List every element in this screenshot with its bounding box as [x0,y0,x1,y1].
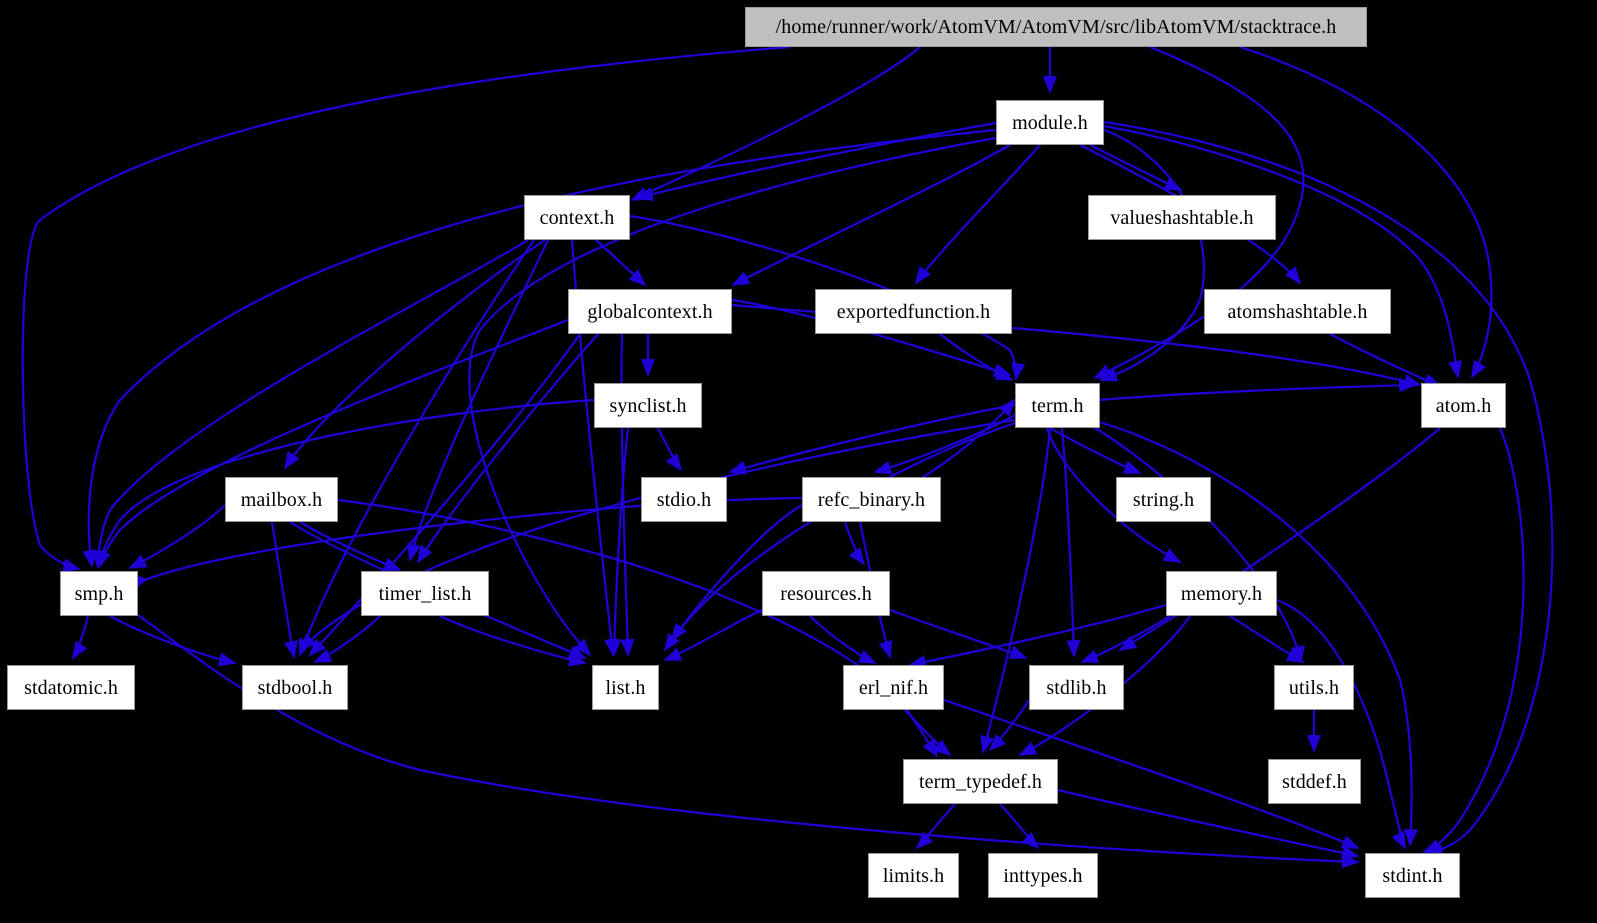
graph-node-label: string.h [1132,488,1195,511]
graph-node-utils[interactable]: utils.h [1274,665,1354,710]
graph-node-stdio[interactable]: stdio.h [641,477,727,522]
graph-edge [630,46,921,202]
graph-edge [663,609,763,662]
graph-node-label: list.h [605,676,646,699]
graph-node-synclist[interactable]: synclist.h [594,383,702,428]
graph-node-term[interactable]: term.h [1015,383,1100,428]
graph-node-smp[interactable]: smp.h [60,571,138,616]
graph-edge [889,608,1028,660]
graph-edge [1229,615,1305,663]
graph-edge [908,603,1167,669]
graph-node-label: stddef.h [1282,770,1347,793]
graph-node-globalcontext[interactable]: globalcontext.h [568,289,732,334]
graph-edge [72,615,90,660]
dependency-graph: /home/runner/work/AtomVM/AtomVM/src/libA… [0,0,1597,923]
graph-node-label: valueshashtable.h [1110,206,1254,229]
graph-edge [915,803,956,850]
graph-node-stacktrace[interactable]: /home/runner/work/AtomVM/AtomVM/src/libA… [745,7,1367,47]
graph-node-label: resources.h [780,582,872,605]
graph-node-label: module.h [1012,111,1088,134]
graph-node-exportedfunction[interactable]: exportedfunction.h [815,289,1012,334]
graph-node-label: refc_binary.h [817,488,926,511]
graph-node-label: stdbool.h [257,676,333,699]
graph-node-stdint[interactable]: stdint.h [1365,853,1460,898]
graph-node-label: globalcontext.h [587,300,713,323]
graph-node-label: limits.h [882,864,945,887]
graph-node-refc_binary[interactable]: refc_binary.h [802,477,941,522]
graph-edge [1089,424,1305,664]
graph-edge [914,144,1041,285]
graph-node-label: atom.h [1435,394,1492,417]
graph-node-label: utils.h [1288,676,1340,699]
graph-edge [904,709,952,757]
graph-node-label: synclist.h [609,394,687,417]
graph-node-stdatomic[interactable]: stdatomic.h [7,665,135,710]
graph-node-stddef[interactable]: stddef.h [1268,759,1361,804]
graph-node-atomshashtable[interactable]: atomshashtable.h [1204,289,1391,334]
graph-node-stdbool[interactable]: stdbool.h [242,665,348,710]
graph-node-inttypes[interactable]: inttypes.h [988,853,1098,898]
graph-node-label: mailbox.h [240,488,323,511]
graph-node-term_typedef[interactable]: term_typedef.h [903,759,1058,804]
graph-node-valueshashtable[interactable]: valueshashtable.h [1088,195,1276,240]
graph-edge [270,521,299,659]
graph-edge [1099,378,1417,402]
graph-node-atom[interactable]: atom.h [1421,383,1506,428]
graph-edge [1329,333,1442,388]
graph-edge [128,504,226,569]
graph-node-erl_nif[interactable]: erl_nif.h [843,665,944,710]
graph-node-label: term.h [1031,394,1084,417]
graph-node-list[interactable]: list.h [592,665,659,710]
graph-node-limits[interactable]: limits.h [868,853,959,898]
graph-node-label: stdatomic.h [24,676,118,699]
graph-node-label: exportedfunction.h [836,300,991,323]
graph-node-label: erl_nif.h [858,676,929,699]
graph-edge [635,121,997,201]
graph-edge [1089,144,1183,191]
graph-node-mailbox[interactable]: mailbox.h [225,477,338,522]
graph-node-label: stdio.h [656,488,712,511]
graph-node-label: inttypes.h [1003,864,1083,887]
graph-node-label: smp.h [74,582,124,605]
graph-node-memory[interactable]: memory.h [1166,571,1277,616]
graph-edge [1422,427,1525,854]
graph-node-stdlib[interactable]: stdlib.h [1029,665,1124,710]
graph-edge [595,239,647,287]
graph-node-string[interactable]: string.h [1116,477,1211,522]
graph-node-resources[interactable]: resources.h [762,571,890,616]
graph-edge [137,614,1360,869]
graph-node-label: context.h [539,206,615,229]
graph-node-label: stdint.h [1382,864,1443,887]
graph-node-label: stdlib.h [1046,676,1107,699]
graph-node-label: timer_list.h [378,582,472,605]
graph-edge [1276,598,1407,850]
graph-node-label: /home/runner/work/AtomVM/AtomVM/src/libA… [775,16,1337,38]
graph-node-label: memory.h [1180,582,1263,605]
graph-edge [1060,427,1081,658]
graph-node-module[interactable]: module.h [996,100,1104,145]
graph-node-label: term_typedef.h [918,770,1043,793]
graph-edge [337,498,938,758]
graph-node-context[interactable]: context.h [524,195,630,240]
graph-edge [657,427,683,472]
graph-node-timer_list[interactable]: timer_list.h [361,571,489,616]
graph-node-label: atomshashtable.h [1227,300,1368,323]
